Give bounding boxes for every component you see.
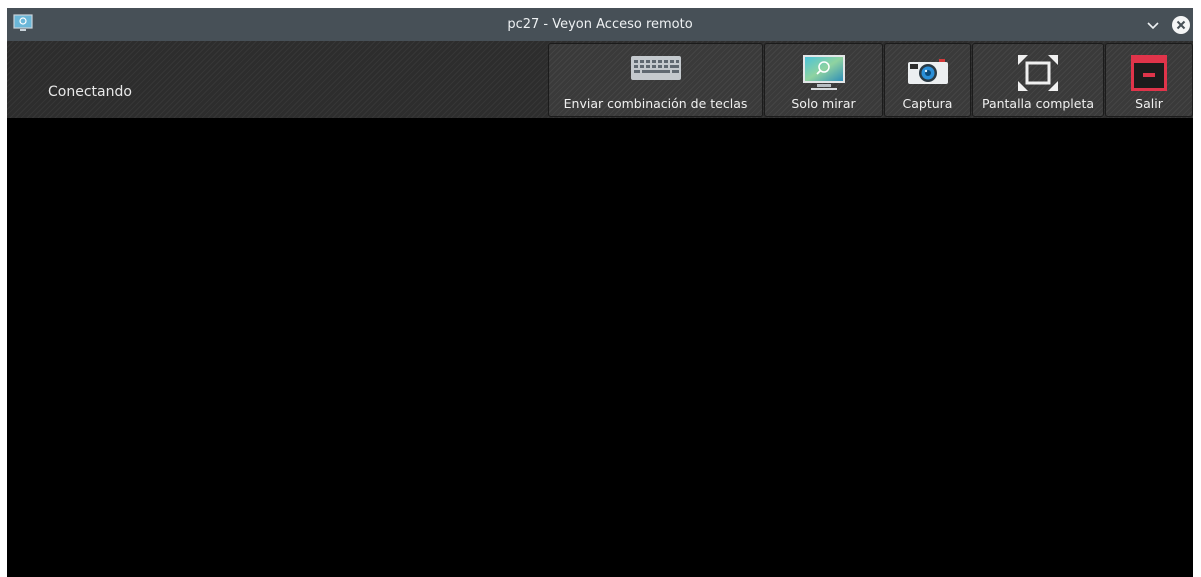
- exit-button[interactable]: Salir: [1105, 43, 1193, 117]
- screenshot-button[interactable]: Captura: [884, 43, 971, 117]
- exit-icon: [1131, 55, 1167, 91]
- view-only-label: Solo mirar: [791, 96, 856, 111]
- remote-screen-view[interactable]: [7, 118, 1193, 577]
- keyboard-icon: [630, 56, 681, 80]
- title-bar[interactable]: pc27 - Veyon Acceso remoto: [7, 8, 1193, 41]
- close-icon[interactable]: [1171, 15, 1191, 35]
- screenshot-label: Captura: [902, 96, 953, 111]
- send-key-combination-button[interactable]: Enviar combinación de teclas: [548, 43, 763, 117]
- exit-label: Salir: [1135, 96, 1163, 111]
- window-title: pc27 - Veyon Acceso remoto: [507, 17, 693, 32]
- remote-access-window: pc27 - Veyon Acceso remoto Conectando En…: [7, 8, 1193, 577]
- fullscreen-label: Pantalla completa: [981, 96, 1095, 111]
- fullscreen-icon: [1018, 55, 1058, 91]
- connection-status: Conectando: [48, 84, 132, 100]
- view-only-button[interactable]: Solo mirar: [764, 43, 883, 117]
- camera-icon: [907, 59, 948, 84]
- toolbar: Conectando Enviar combinación de teclas: [7, 41, 1193, 118]
- send-key-combination-label: Enviar combinación de teclas: [563, 96, 748, 111]
- monitor-view-icon: [802, 55, 845, 90]
- chevron-down-icon[interactable]: [1143, 15, 1163, 35]
- fullscreen-button[interactable]: Pantalla completa: [972, 43, 1104, 117]
